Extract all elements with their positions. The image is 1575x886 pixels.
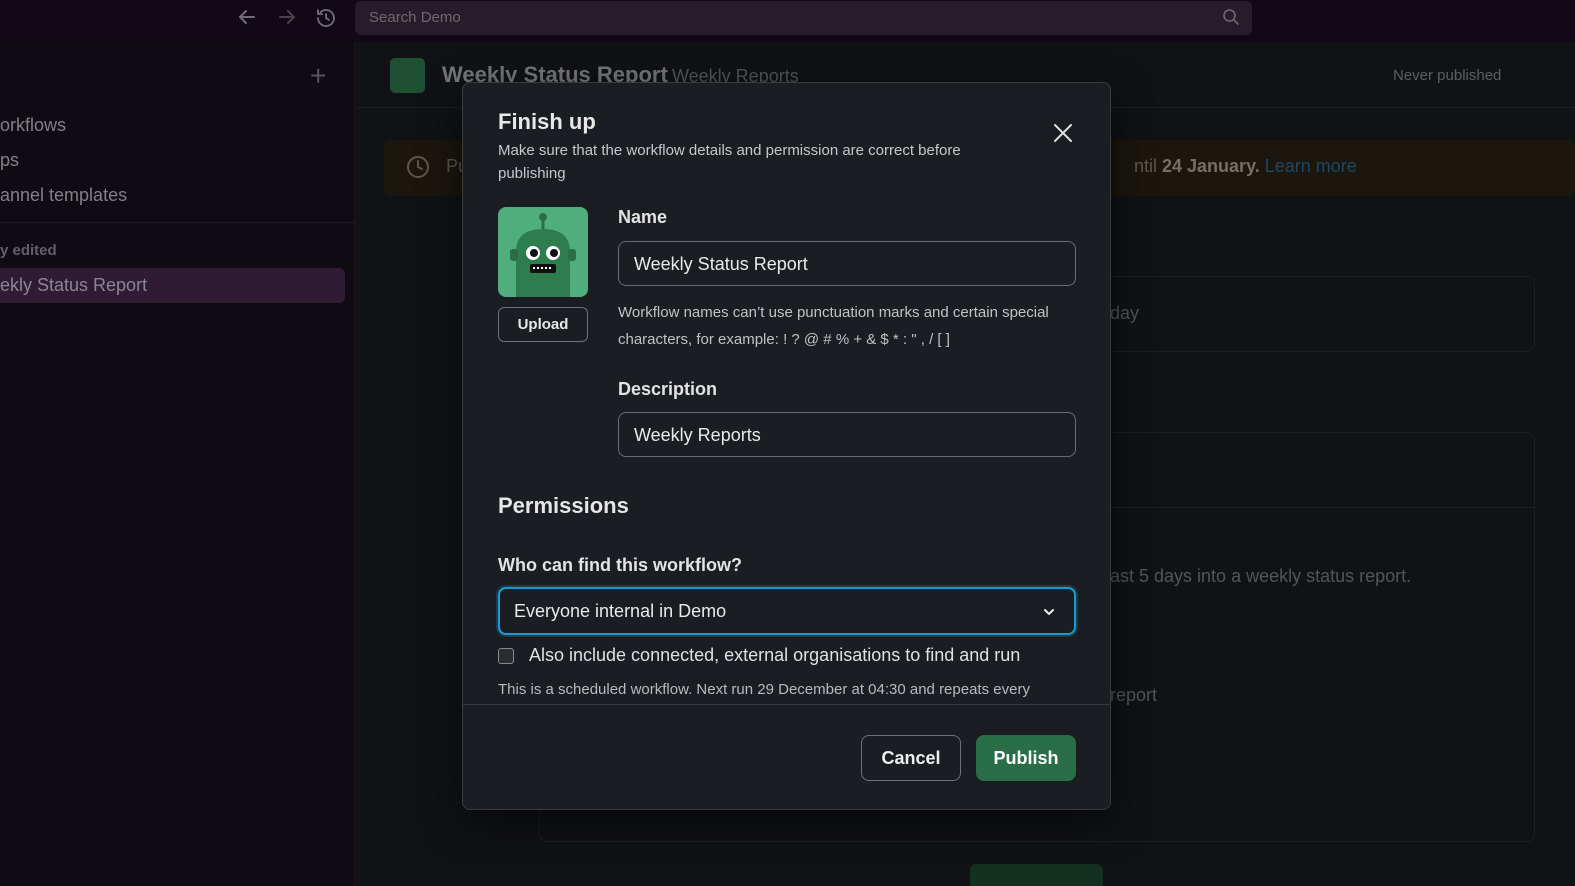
publish-button[interactable]: Publish — [976, 735, 1076, 781]
workflow-icon-image — [498, 207, 588, 297]
description-input-value: Weekly Reports — [634, 425, 761, 445]
external-orgs-checkbox[interactable] — [498, 648, 514, 664]
cancel-button[interactable]: Cancel — [861, 735, 961, 781]
upload-button[interactable]: Upload — [498, 307, 588, 342]
chevron-down-icon — [1044, 609, 1054, 615]
name-label: Name — [618, 207, 668, 227]
name-hint: Workflow names can’t use punctuation mar… — [618, 304, 1049, 348]
dialog-subtitle: Make sure that the workflow details and … — [498, 142, 961, 182]
finish-up-dialog: Finish up Make sure that the workflow de… — [462, 82, 1111, 810]
name-input[interactable]: Weekly Status Report — [618, 241, 1076, 286]
who-can-find-select[interactable]: Everyone internal in Demo — [498, 587, 1076, 635]
description-input[interactable]: Weekly Reports — [618, 412, 1076, 457]
close-icon[interactable] — [1049, 119, 1077, 147]
who-can-find-value: Everyone internal in Demo — [514, 601, 727, 621]
name-input-value: Weekly Status Report — [634, 254, 808, 274]
dialog-title: Finish up — [498, 109, 596, 134]
external-orgs-checkbox-label[interactable]: Also include connected, external organis… — [529, 645, 1020, 666]
permissions-heading: Permissions — [498, 493, 629, 518]
who-can-find-label: Who can find this workflow? — [498, 555, 742, 575]
description-label: Description — [618, 379, 718, 399]
schedule-note: This is a scheduled workflow. Next run 2… — [498, 681, 1030, 698]
dialog-footer: Cancel Publish — [463, 704, 1110, 809]
